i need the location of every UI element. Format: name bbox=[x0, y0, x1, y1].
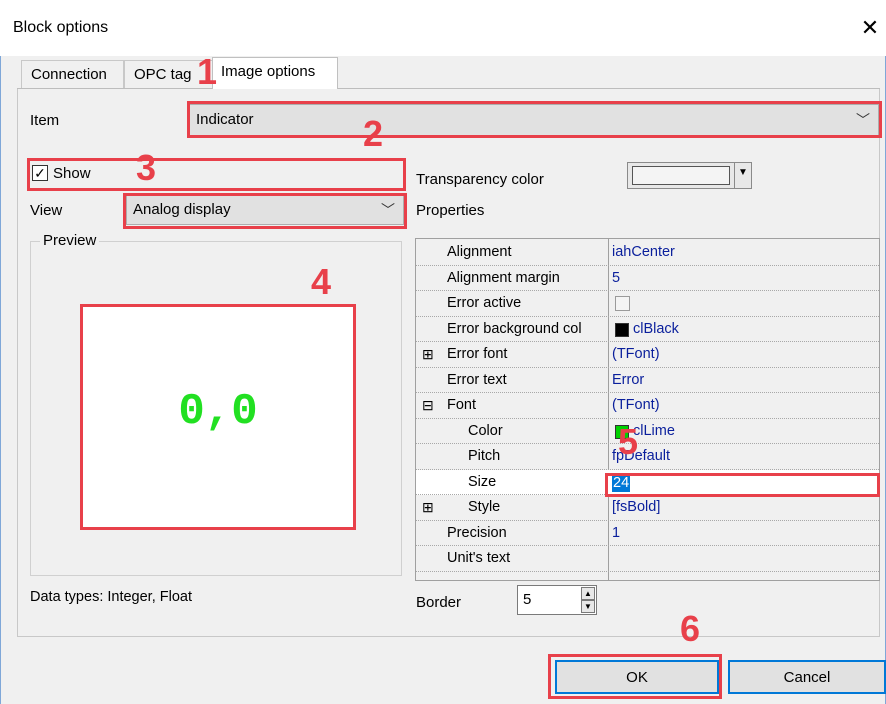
property-value[interactable]: (TFont) bbox=[612, 342, 660, 367]
annotation-box-2 bbox=[187, 101, 882, 138]
transparency-color-picker[interactable]: ▼ bbox=[627, 162, 752, 189]
property-row[interactable]: Precision 1 bbox=[416, 521, 879, 546]
annotation-number-3: 3 bbox=[136, 147, 157, 188]
property-row[interactable]: Color clLime bbox=[416, 419, 879, 444]
item-label: Item bbox=[30, 112, 60, 129]
property-value[interactable]: clBlack bbox=[633, 317, 679, 342]
property-value[interactable]: Error bbox=[612, 368, 644, 393]
property-value[interactable]: iahCenter bbox=[612, 240, 675, 265]
transparency-color-swatch bbox=[632, 166, 730, 185]
property-row[interactable]: Error active bbox=[416, 291, 879, 317]
annotation-box-view bbox=[123, 193, 407, 229]
property-row[interactable]: ⊟ Font (TFont) bbox=[416, 393, 879, 419]
annotation-box-5 bbox=[605, 473, 880, 497]
title-bar bbox=[0, 0, 886, 56]
property-value[interactable]: clLime bbox=[633, 419, 675, 444]
preview-label: Preview bbox=[40, 232, 100, 249]
window-title: Block options bbox=[13, 19, 109, 36]
spin-down-icon[interactable]: ▼ bbox=[581, 600, 595, 613]
property-name: Size bbox=[468, 473, 497, 490]
annotation-number-4: 4 bbox=[311, 261, 332, 302]
border-label: Border bbox=[416, 594, 462, 611]
property-name: Style bbox=[468, 499, 501, 515]
expand-icon[interactable]: ⊞ bbox=[422, 495, 434, 520]
property-name: Error active bbox=[447, 295, 522, 311]
property-row[interactable]: Alignment iahCenter bbox=[416, 240, 879, 266]
property-row[interactable]: Alignment margin 5 bbox=[416, 266, 879, 291]
property-name: Color bbox=[468, 422, 503, 439]
property-name: Error font bbox=[447, 346, 508, 362]
tab-connection[interactable]: Connection bbox=[21, 60, 124, 89]
annotation-number-1: 1 bbox=[197, 51, 218, 92]
property-name: Pitch bbox=[468, 448, 501, 464]
expand-icon[interactable]: ⊞ bbox=[422, 342, 434, 367]
property-name: Alignment bbox=[447, 244, 512, 260]
property-name: Alignment margin bbox=[447, 269, 560, 286]
annotation-number-2: 2 bbox=[363, 113, 384, 154]
tab-connection-label: Connection bbox=[31, 66, 107, 83]
tab-opc-tag-label: OPC tag bbox=[134, 66, 192, 83]
cancel-button[interactable]: Cancel bbox=[728, 660, 886, 694]
transparency-label: Transparency color bbox=[416, 171, 544, 188]
color-swatch-icon bbox=[615, 322, 629, 337]
dropdown-arrow-icon: ▼ bbox=[738, 167, 748, 178]
picker-divider bbox=[734, 163, 735, 188]
property-row[interactable]: Pitch fpDefault bbox=[416, 444, 879, 470]
view-label: View bbox=[30, 202, 63, 219]
tab-image-options-label: Image options bbox=[221, 63, 316, 80]
property-row[interactable]: Unit's text bbox=[416, 546, 879, 572]
border-spinner-value: 5 bbox=[523, 591, 532, 608]
property-value[interactable]: 5 bbox=[612, 266, 620, 291]
property-name: Error background col bbox=[447, 320, 582, 337]
spin-up-icon[interactable]: ▲ bbox=[581, 587, 595, 600]
annotation-box-6 bbox=[548, 654, 722, 699]
properties-label: Properties bbox=[416, 202, 485, 219]
property-grid[interactable]: Alignment iahCenter Alignment margin 5 Error… bbox=[415, 238, 880, 581]
property-row[interactable]: ⊞ Error font (TFont) bbox=[416, 342, 879, 368]
error-active-checkbox[interactable] bbox=[615, 296, 630, 311]
property-name: Error text bbox=[447, 371, 507, 388]
property-row[interactable]: ⊞ Style [fsBold] bbox=[416, 495, 879, 521]
annotation-number-6: 6 bbox=[680, 608, 701, 649]
property-row[interactable]: Error background col clBlack bbox=[416, 317, 879, 342]
property-value[interactable]: (TFont) bbox=[612, 393, 660, 418]
property-value[interactable]: [fsBold] bbox=[612, 495, 660, 520]
tab-image-options[interactable]: Image options bbox=[212, 57, 338, 90]
annotation-box-3 bbox=[27, 158, 406, 191]
data-types-text: Data types: Integer, Float bbox=[30, 589, 193, 605]
property-row[interactable]: Error text Error bbox=[416, 368, 879, 393]
close-icon[interactable]: ✕ bbox=[856, 14, 884, 42]
property-value[interactable]: 1 bbox=[612, 521, 620, 546]
annotation-number-5: 5 bbox=[618, 421, 639, 462]
border-spinner[interactable]: 5 ▲ ▼ bbox=[517, 585, 597, 615]
property-name: Unit's text bbox=[447, 550, 511, 566]
property-name: Font bbox=[447, 397, 477, 413]
annotation-box-4 bbox=[80, 304, 356, 530]
property-name: Precision bbox=[447, 524, 507, 541]
collapse-icon[interactable]: ⊟ bbox=[422, 393, 434, 418]
